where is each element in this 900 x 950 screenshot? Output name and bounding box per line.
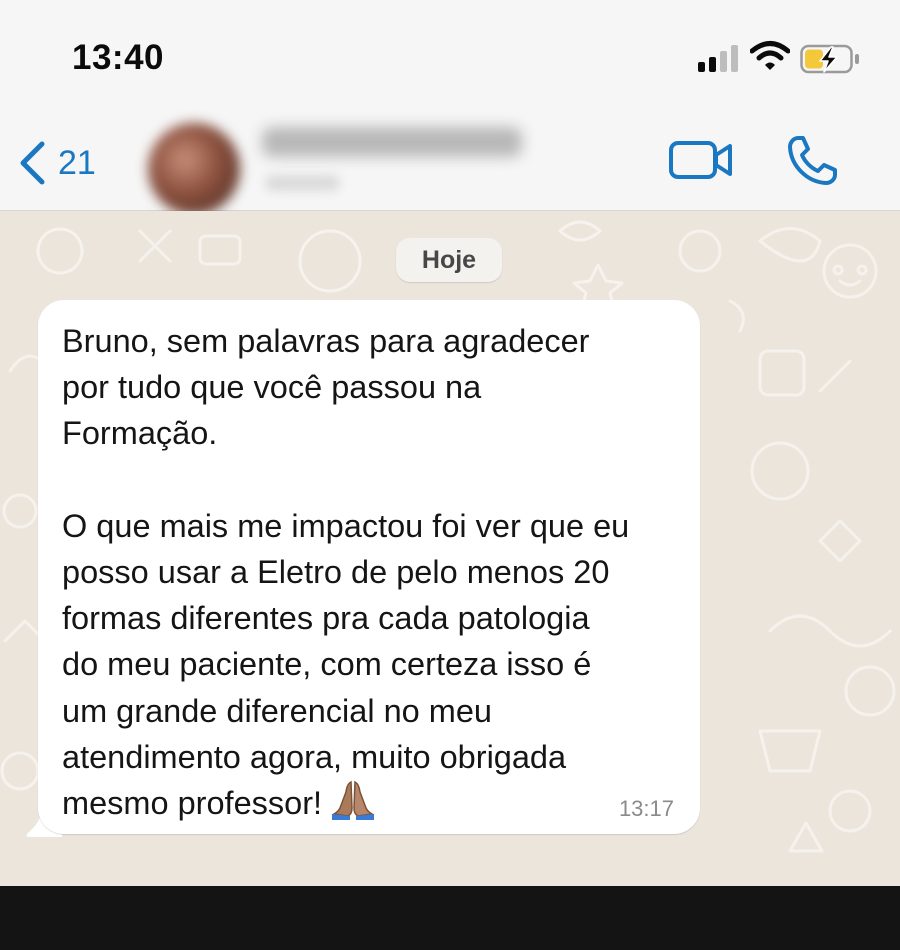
- chevron-left-icon: [20, 141, 45, 185]
- signal-strength-icon: [698, 44, 740, 72]
- phone-call-icon[interactable]: [784, 133, 840, 189]
- battery-charging-icon: [800, 44, 859, 74]
- message-body: Bruno, sem palavras para agradecer por t…: [62, 323, 630, 822]
- back-button[interactable]: 21: [18, 138, 118, 188]
- contact-avatar[interactable]: [148, 123, 240, 215]
- message-text: Bruno, sem palavras para agradecer por t…: [62, 318, 692, 832]
- status-time: 13:40: [72, 38, 165, 77]
- wifi-icon: [750, 41, 790, 70]
- contact-status-blurred: [265, 175, 340, 191]
- chat-header: 21: [0, 105, 900, 215]
- folded-hands-icon: [330, 780, 376, 832]
- video-call-icon[interactable]: [668, 135, 734, 185]
- chat-area[interactable]: Hoje Bruno, sem palavras para agradecer …: [0, 211, 900, 886]
- message-bubble[interactable]: Bruno, sem palavras para agradecer por t…: [38, 300, 700, 834]
- message-time: 13:17: [618, 796, 674, 821]
- date-separator: Hoje: [396, 238, 502, 282]
- contact-name-blurred[interactable]: [262, 127, 522, 157]
- status-bar: 13:40: [0, 0, 900, 105]
- unread-count: 21: [58, 143, 96, 182]
- bottom-bar: [0, 886, 900, 950]
